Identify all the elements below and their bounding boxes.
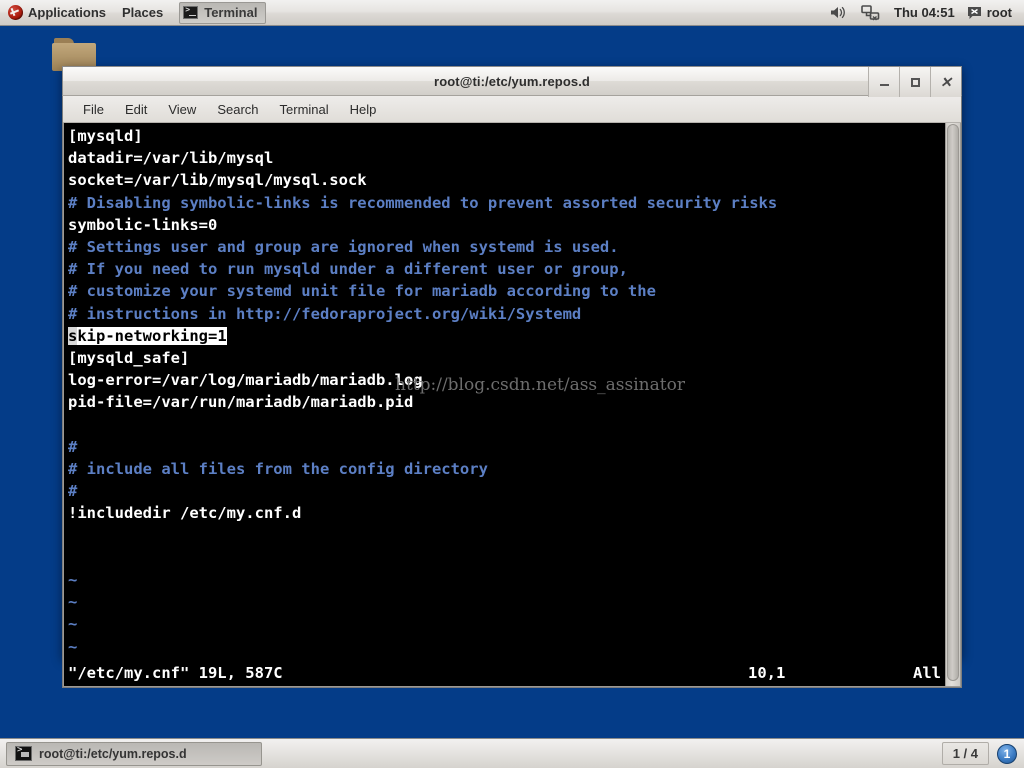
taskbar-item-label: root@ti:/etc/yum.repos.d <box>39 746 187 761</box>
top-panel-left: Applications Places Terminal <box>0 0 267 25</box>
terminal-line: skip-networking=1 <box>68 325 945 347</box>
applications-menu[interactable]: Applications <box>0 0 114 25</box>
status-scroll-indicator: All <box>913 663 941 682</box>
terminal-line: # <box>68 437 78 456</box>
menu-search[interactable]: Search <box>207 99 268 120</box>
terminal-line: ~ <box>68 593 78 612</box>
terminal-line: # customize your systemd unit file for m… <box>68 282 656 301</box>
workspace-switcher[interactable]: 1 / 4 <box>941 742 989 765</box>
terminal-line: # <box>68 482 78 501</box>
terminal-line: [mysqld] <box>68 127 143 145</box>
bottom-panel-right: 1 / 4 1 <box>941 739 1024 768</box>
network-tray-button[interactable] <box>854 0 888 25</box>
taskbar-item-terminal[interactable]: root@ti:/etc/yum.repos.d <box>6 741 262 766</box>
terminal-highlighted-text: kip-networking=1 <box>77 326 227 345</box>
status-cursor-position: 10,1 <box>748 663 786 682</box>
terminal-line: # Settings user and group are ignored wh… <box>68 238 619 257</box>
terminal-screen[interactable]: [mysqld] datadir=/var/lib/mysql socket=/va… <box>64 123 945 686</box>
terminal-line: datadir=/var/lib/mysql <box>68 149 274 168</box>
window-title: root@ti:/etc/yum.repos.d <box>434 73 590 89</box>
window-frame: File Edit View Search Terminal Help [mys… <box>62 96 962 688</box>
menu-terminal[interactable]: Terminal <box>270 99 339 120</box>
terminal-line: ~ <box>68 571 78 590</box>
status-file-info: "/etc/my.cnf" 19L, 587C <box>68 663 283 682</box>
terminal-line: # include all files from the config dire… <box>68 460 488 479</box>
speaker-icon <box>831 6 845 19</box>
terminal-line: # instructions in http://fedoraproject.o… <box>68 304 582 323</box>
terminal-scrollbar[interactable] <box>945 123 960 686</box>
terminal-window[interactable]: root@ti:/etc/yum.repos.d ✕ File Edit Vie… <box>62 66 962 688</box>
menu-help[interactable]: Help <box>340 99 387 120</box>
network-disconnected-icon <box>861 4 880 20</box>
menubar: File Edit View Search Terminal Help <box>63 96 961 123</box>
applications-menu-label: Applications <box>28 5 107 20</box>
menu-edit[interactable]: Edit <box>115 99 157 120</box>
clock[interactable]: Thu 04:51 <box>888 5 961 20</box>
terminal-line: # Disabling symbolic-links is recommende… <box>68 193 778 212</box>
minimize-button[interactable] <box>868 67 899 97</box>
terminal-line: ~ <box>68 615 78 634</box>
scrollbar-thumb[interactable] <box>947 124 959 682</box>
terminal-line: [mysqld_safe] <box>68 349 190 368</box>
user-menu-label: root <box>986 5 1012 20</box>
close-button[interactable]: ✕ <box>930 67 961 97</box>
terminal-line: # If you need to run mysqld under a diff… <box>68 260 628 279</box>
terminal-icon <box>183 5 199 19</box>
terminal-line: ~ <box>68 637 78 656</box>
maximize-button[interactable] <box>899 67 930 97</box>
terminal-line: !includedir /etc/my.cnf.d <box>68 504 302 523</box>
terminal-line: symbolic-links=0 <box>68 215 218 234</box>
notification-badge[interactable]: 1 <box>997 743 1017 764</box>
window-list-item-terminal[interactable]: Terminal <box>179 1 267 24</box>
terminal-line: log-error=/var/log/mariadb/mariadb.log <box>68 371 423 390</box>
window-list-item-label: Terminal <box>204 5 258 20</box>
terminal-cursor: s <box>68 326 78 345</box>
terminal-body[interactable]: [mysqld] datadir=/var/lib/mysql socket=/va… <box>63 123 961 687</box>
top-panel-right: Thu 04:51 root <box>823 0 1024 25</box>
places-menu-label: Places <box>122 5 164 20</box>
fedora-logo-icon <box>8 5 23 20</box>
terminal-icon <box>15 745 32 761</box>
chat-status-icon <box>967 6 981 19</box>
user-menu[interactable]: root <box>961 5 1018 20</box>
terminal-line: pid-file=/var/run/mariadb/mariadb.pid <box>68 393 414 412</box>
volume-tray-button[interactable] <box>823 0 854 25</box>
vim-status-line: "/etc/my.cnf" 19L, 587C 10,1 All <box>68 662 941 684</box>
menu-file[interactable]: File <box>73 99 114 120</box>
top-panel: Applications Places Terminal <box>0 0 1024 26</box>
menu-view[interactable]: View <box>158 99 206 120</box>
places-menu[interactable]: Places <box>114 0 171 25</box>
terminal-line: socket=/var/lib/mysql/mysql.sock <box>68 171 367 190</box>
window-titlebar[interactable]: root@ti:/etc/yum.repos.d ✕ <box>62 66 962 97</box>
bottom-panel: root@ti:/etc/yum.repos.d 1 / 4 1 <box>0 738 1024 768</box>
window-controls: ✕ <box>868 67 961 97</box>
